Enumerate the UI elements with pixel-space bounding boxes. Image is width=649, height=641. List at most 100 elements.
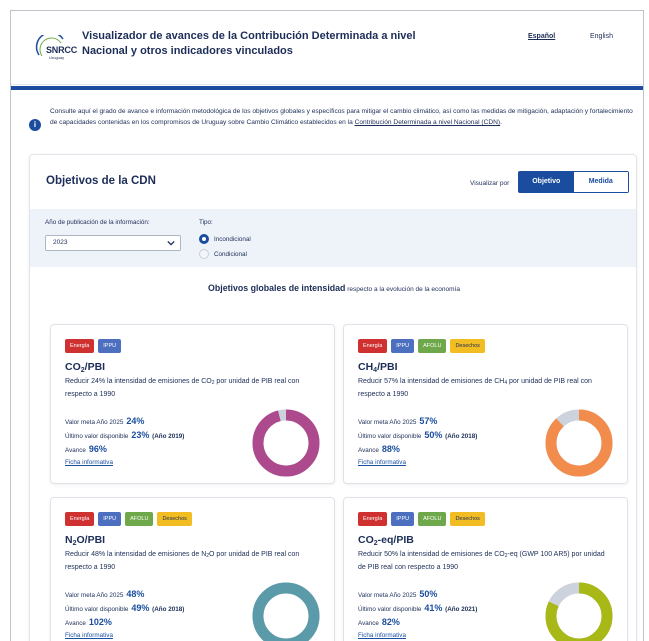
info-icon: i [29,119,41,131]
ultimo-value: 41% [424,603,443,613]
logo-subtext: Uruguay [49,55,65,60]
progress-donut-chart [545,582,613,641]
language-spanish-link[interactable]: Español [528,33,555,40]
sector-tag[interactable]: AFOLU [125,512,154,526]
sector-tag[interactable]: Energía [358,339,388,353]
site-header: SNRCC Uruguay Visualizador de avances de… [11,11,643,85]
sector-tags: Energía IPPU AFOLU Desechos [358,512,485,526]
ficha-informativa-link[interactable]: Ficha informativa [358,632,406,639]
meta-value: 24% [126,416,145,426]
panel-title: Objetivos de la CDN [46,175,156,187]
sector-tag[interactable]: Desechos [450,339,485,353]
avance-label: Avance [65,620,86,627]
card-description: Reducir 50% la intensidad de emisiones d… [358,549,608,573]
ficha-informativa-link[interactable]: Ficha informativa [358,459,406,466]
ultimo-label: Último valor disponible [65,606,129,613]
card-title: CH4/PBI [358,361,398,374]
objective-card-co2eq-pib: Energía IPPU AFOLU Desechos CO2-eq/PIB Reduci… [343,497,628,641]
card-title-post: /PBI [84,361,106,373]
meta-label: Valor meta Año 2025 [65,419,124,426]
sector-tag[interactable]: IPPU [391,339,415,353]
avance-value: 96% [88,444,107,454]
cdn-objectives-panel: Objetivos de la CDN Visualizar por Objet… [29,154,637,641]
sector-tag[interactable]: Energía [65,339,95,353]
avance-row: Avance 102% [65,617,112,627]
card-title-post: O/PBI [76,534,106,546]
cdn-link[interactable]: Contribución Determinada a nivel Naciona… [355,119,501,126]
meta-label: Valor meta Año 2025 [358,592,417,599]
sector-tag[interactable]: IPPU [98,512,122,526]
toggle-objetivo-button[interactable]: Objetivo [519,172,574,192]
avance-label: Avance [358,620,379,627]
progress-donut-chart [545,409,613,477]
avance-row: Avance 82% [358,617,400,627]
avance-value: 82% [381,617,400,627]
year-select[interactable]: 2023 [45,235,181,251]
year-select-value: 2023 [53,239,68,246]
sector-tag[interactable]: IPPU [98,339,122,353]
meta-label: Valor meta Año 2025 [358,419,417,426]
meta-row: Valor meta Año 2025 48% [65,589,144,599]
donut-progress-segment [252,409,320,477]
sector-tag[interactable]: Energía [65,512,95,526]
donut-progress-segment [545,409,613,477]
site-title-line-2: Nacional y otros indicadores vinculados [82,45,293,57]
sector-tag[interactable]: Desechos [450,512,485,526]
card-title-pre: N [65,534,73,546]
ultimo-value: 49% [131,603,150,613]
info-text-part-1: Consulte aquí el grado de avance e infor… [50,108,633,126]
language-english-link[interactable]: English [590,33,613,40]
card-desc-1: Reducir 50% la intensidad de emisiones d… [358,551,505,558]
card-description: Reducir 57% la intensidad de emisiones d… [358,376,608,400]
card-title: CO2/PBI [65,361,105,374]
tipo-label: Tipo: [199,219,213,226]
ultimo-value: 23% [131,430,150,440]
ficha-informativa-link[interactable]: Ficha informativa [65,459,113,466]
meta-row: Valor meta Año 2025 50% [358,589,437,599]
section-title-rest: respecto a la evolución de la economía [345,286,460,293]
visualize-by-label: Visualizar por [470,180,510,187]
sector-tags: Energía IPPU AFOLU Desechos [65,512,192,526]
page-frame: SNRCC Uruguay Visualizador de avances de… [10,10,644,641]
radio-condicional[interactable] [199,249,209,259]
objective-card-co2-pbi: Energía IPPU CO2/PBI Reducir 24% la intensi… [50,324,335,484]
ultimo-year: (Año 2021) [445,606,478,613]
meta-value: 50% [419,589,438,599]
avance-label: Avance [65,447,86,454]
card-title-pre: CH [358,361,374,373]
radio-condicional-label: Condicional [214,251,247,258]
ultimo-label: Último valor disponible [358,606,422,613]
progress-donut-chart [252,582,320,641]
card-desc-1: Reducir 24% la intensidad de emisiones d… [65,378,212,385]
card-desc-1: Reducir 57% la intensidad de emisiones d… [358,378,505,385]
toggle-medida-button[interactable]: Medida [573,172,628,192]
progress-donut-chart [252,409,320,477]
ultimo-value: 50% [424,430,443,440]
sector-tag[interactable]: IPPU [391,512,415,526]
card-title-pre: CO [358,534,374,546]
header-divider-bar [11,86,643,90]
sector-tag[interactable]: Energía [358,512,388,526]
ultimo-year: (Año 2018) [445,433,478,440]
section-title-bold: Objetivos globales de intensidad [208,283,346,293]
card-title-post: -eq/PIB [377,534,414,546]
radio-incondicional[interactable] [199,234,209,244]
card-title: N2O/PBI [65,534,105,547]
meta-row: Valor meta Año 2025 57% [358,416,437,426]
ultimo-row: Último valor disponible 23% (Año 2019) [65,430,184,440]
card-description: Reducir 48% la intensidad de emisiones d… [65,549,315,573]
card-title-pre: CO [65,361,81,373]
info-text-part-2: . [500,119,502,126]
sector-tag[interactable]: Desechos [157,512,192,526]
ultimo-year: (Año 2018) [152,606,185,613]
snrcc-logo[interactable]: SNRCC Uruguay [33,35,81,61]
objective-card-n2o-pbi: Energía IPPU AFOLU Desechos N2O/PBI Reducir 4… [50,497,335,641]
avance-row: Avance 96% [65,444,107,454]
logo-text: SNRCC [46,45,78,55]
ficha-informativa-link[interactable]: Ficha informativa [65,632,113,639]
sector-tag[interactable]: AFOLU [418,512,447,526]
avance-value: 88% [381,444,400,454]
ultimo-year: (Año 2019) [152,433,185,440]
sector-tag[interactable]: AFOLU [418,339,447,353]
card-title-post: /PBI [377,361,398,373]
